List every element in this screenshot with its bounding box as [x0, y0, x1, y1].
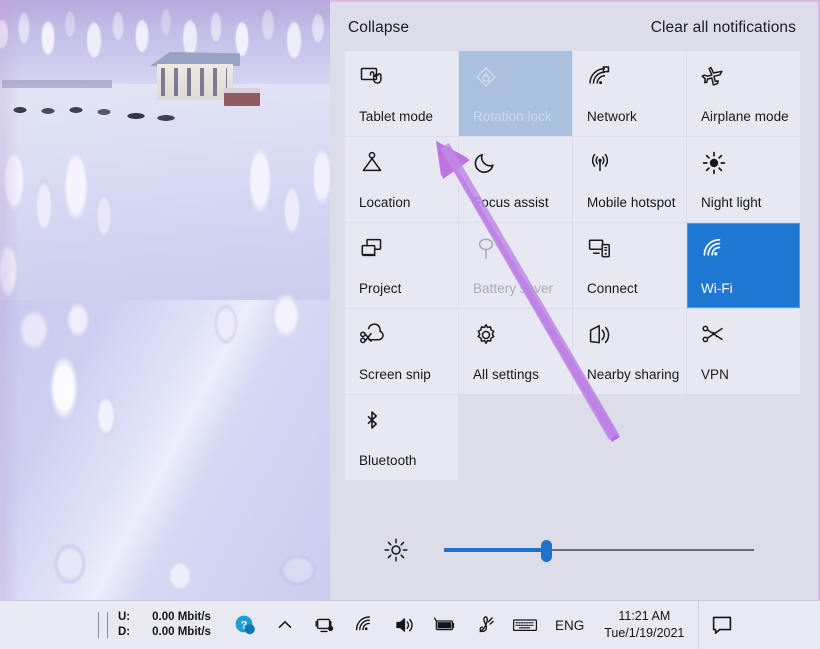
presentation-display-icon[interactable] [305, 601, 345, 649]
battery-leaf-icon [473, 236, 499, 262]
action-center-button[interactable] [698, 600, 745, 649]
screen: Collapse Clear all notifications Tablet … [0, 0, 820, 649]
quick-action-label: Rotation lock [473, 109, 552, 124]
quick-action-label: Night light [701, 195, 762, 210]
quick-action-label: Location [359, 195, 411, 210]
wifi-icon[interactable] [345, 601, 385, 649]
network-meter-labels: U: D: [118, 610, 130, 640]
wifi-icon [701, 236, 727, 262]
bluetooth-icon [359, 408, 385, 434]
quick-action-tile-tablet-mode[interactable]: Tablet mode [345, 51, 458, 136]
vpn-icon [701, 322, 727, 348]
wallpaper-snow-bush-a [20, 330, 150, 460]
wallpaper-snow-bush-c [180, 290, 330, 400]
battery-icon[interactable] [425, 601, 465, 649]
location-icon [359, 150, 385, 176]
taskbar-left-spacer [0, 601, 98, 649]
collapse-button[interactable]: Collapse [348, 19, 409, 37]
network-monitor-icon[interactable]: ? [225, 601, 265, 649]
brightness-control [330, 536, 818, 564]
desktop-wallpaper [0, 0, 330, 600]
quick-action-tile-location[interactable]: Location [345, 137, 458, 222]
quick-actions-grid: Tablet mode Rotation lock Network Airpla… [345, 51, 800, 480]
svg-text:?: ? [241, 619, 248, 631]
download-value: 0.00 Mbit/s [152, 626, 211, 638]
gear-icon [473, 322, 499, 348]
upload-label: U: [118, 611, 131, 623]
quick-action-empty-slot-3 [687, 395, 800, 480]
quick-action-label: Network [587, 109, 637, 124]
brightness-slider-fill [444, 548, 547, 552]
tablet-mode-icon [359, 64, 385, 90]
quick-action-label: Bluetooth [359, 453, 417, 468]
show-hidden-icons-chevron[interactable] [265, 601, 305, 649]
taskbar: U: D: 0.00 Mbit/s 0.00 Mbit/s ? ENG 11:2… [0, 600, 820, 649]
quick-action-tile-bluetooth[interactable]: Bluetooth [345, 395, 458, 480]
brightness-slider[interactable] [444, 538, 754, 562]
quick-action-tile-project[interactable]: Project [345, 223, 458, 308]
airplane-icon [701, 64, 727, 90]
quick-action-label: Mobile hotspot [587, 195, 676, 210]
download-label: D: [118, 626, 131, 638]
volume-icon[interactable] [385, 601, 425, 649]
sun-icon [701, 150, 727, 176]
project-icon [359, 236, 385, 262]
quick-action-label: VPN [701, 367, 729, 382]
quick-action-tile-nearby-sharing[interactable]: Nearby sharing [573, 309, 686, 394]
clock-time: 11:21 AM [618, 609, 671, 623]
quick-action-label: Wi-Fi [701, 281, 733, 296]
connect-icon [587, 236, 613, 262]
quick-action-tile-battery-saver[interactable]: Battery saver [459, 223, 572, 308]
quick-action-tile-airplane-mode[interactable]: Airplane mode [687, 51, 800, 136]
quick-action-label: All settings [473, 367, 539, 382]
network-meter-values: 0.00 Mbit/s 0.00 Mbit/s [152, 610, 211, 640]
pen-workspace-icon[interactable] [465, 601, 505, 649]
wallpaper-house-windows [161, 68, 227, 96]
nearby-sharing-icon [587, 322, 613, 348]
quick-action-tile-network[interactable]: Network [573, 51, 686, 136]
quick-action-tile-mobile-hotspot[interactable]: Mobile hotspot [573, 137, 686, 222]
wallpaper-bottom-bushes [0, 520, 330, 600]
quick-action-label: Battery saver [473, 281, 554, 296]
quick-action-label: Project [359, 281, 402, 296]
rotation-lock-icon [473, 64, 499, 90]
quick-action-tile-screen-snip[interactable]: Screen snip [345, 309, 458, 394]
quick-action-tile-rotation-lock[interactable]: Rotation lock [459, 51, 572, 136]
clock-date: Tue/1/19/2021 [604, 626, 685, 640]
upload-value: 0.00 Mbit/s [152, 611, 211, 623]
quick-action-label: Tablet mode [359, 109, 434, 124]
quick-action-tile-vpn[interactable]: VPN [687, 309, 800, 394]
action-center-header: Collapse Clear all notifications [330, 2, 818, 47]
action-center-panel: Collapse Clear all notifications Tablet … [330, 0, 820, 600]
quick-action-label: Connect [587, 281, 638, 296]
quick-action-tile-night-light[interactable]: Night light [687, 137, 800, 222]
quick-action-tile-focus-assist[interactable]: Focus assist [459, 137, 572, 222]
moon-icon [473, 150, 499, 176]
touch-keyboard-icon[interactable] [505, 601, 545, 649]
quick-action-label: Nearby sharing [587, 367, 680, 382]
quick-action-tile-connect[interactable]: Connect [573, 223, 686, 308]
brightness-slider-thumb[interactable] [541, 540, 553, 562]
brightness-sun-icon [382, 536, 410, 564]
quick-action-empty-slot-2 [573, 395, 686, 480]
wallpaper-low-building [2, 80, 112, 88]
taskbar-toolbar-grip[interactable] [98, 612, 108, 638]
network-icon [587, 64, 613, 90]
quick-action-label: Airplane mode [701, 109, 789, 124]
wallpaper-trees-right [230, 118, 330, 318]
quick-action-tile-all-settings[interactable]: All settings [459, 309, 572, 394]
clear-all-notifications-button[interactable]: Clear all notifications [651, 19, 796, 37]
quick-action-label: Focus assist [473, 195, 549, 210]
network-meter[interactable]: U: D: 0.00 Mbit/s 0.00 Mbit/s [118, 610, 211, 640]
wallpaper-red-barn [224, 88, 260, 106]
language-indicator[interactable]: ENG [545, 601, 594, 649]
quick-action-label: Screen snip [359, 367, 431, 382]
screen-snip-icon [359, 322, 385, 348]
hotspot-icon [587, 150, 613, 176]
quick-action-tile-wifi[interactable]: Wi-Fi [687, 223, 800, 308]
taskbar-clock[interactable]: 11:21 AM Tue/1/19/2021 [594, 601, 694, 649]
quick-action-empty-slot-1 [459, 395, 572, 480]
